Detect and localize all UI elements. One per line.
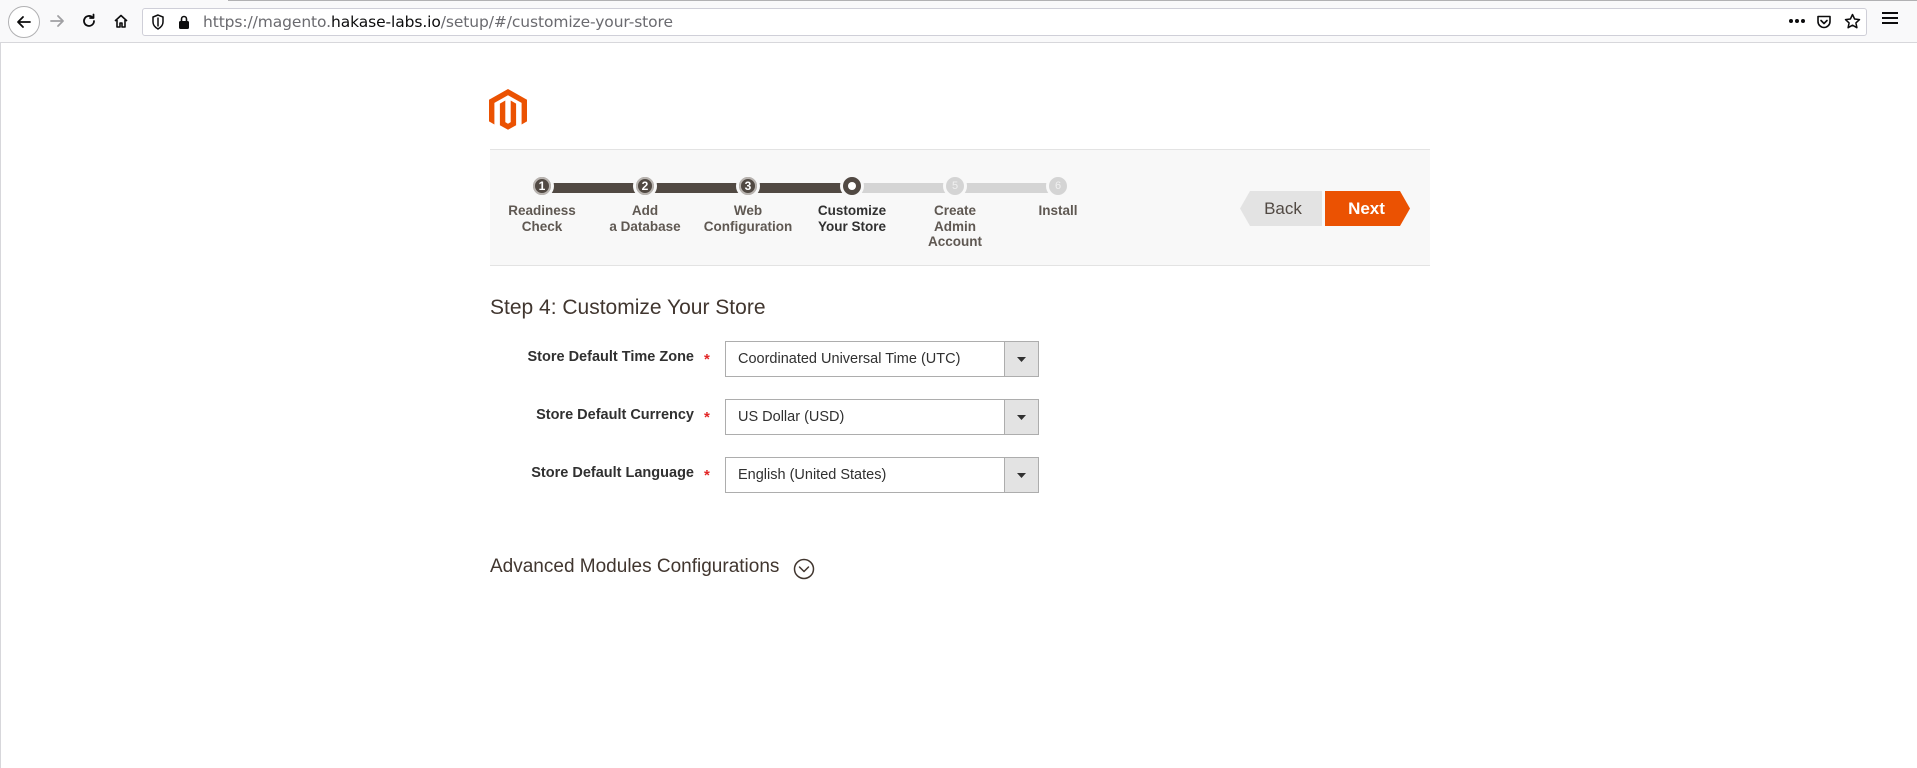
tab-strip-border [228,0,1917,1]
step-5-label-line2: Admin [934,218,976,234]
step-5-label: Create Admin Account [895,203,1015,250]
step-4-label-line1: Customize [817,203,887,218]
url-path: /setup/#/customize-your-store [440,13,673,31]
reload-icon [83,13,95,27]
step-1-number: 1 [538,179,546,193]
arrow-left-icon [17,16,31,28]
url-scheme: https://magento. [203,13,331,31]
lock-icon[interactable] [177,14,191,30]
language-select[interactable]: English (United States) [725,457,1039,493]
step-6-label: Install [998,203,1118,219]
step-3-number: 3 [744,179,752,193]
timezone-row: Store Default Time Zone * Coordinated Un… [490,341,1040,377]
step-2-label[interactable]: Add a Database [585,203,705,234]
tracking-shield-icon[interactable] [151,14,165,30]
currency-row: Store Default Currency * US Dollar (USD) [490,399,1040,435]
currency-value: US Dollar (USD) [738,409,845,425]
browser-back-button[interactable] [8,6,40,38]
step-3-label-line1: Web [733,203,763,218]
step-3-label[interactable]: Web Configuration [688,203,808,234]
step-5-label-line3: Account [928,234,982,249]
page-actions-icon[interactable] [1788,18,1806,24]
wizard-navigation: 1 Readiness Check 2 Add a Database 3 Web… [490,149,1430,266]
required-asterisk: * [704,467,710,484]
page-title: Step 4: Customize Your Store [490,296,766,319]
step-4-label: Customize Your Store [792,203,912,234]
url-host: hakase-labs.io [330,13,441,31]
step-1-label-line2: Check [521,218,563,234]
step-2-dot[interactable]: 2 [633,174,657,198]
browser-forward-button[interactable] [42,6,72,36]
dropdown-arrow[interactable] [1004,458,1038,492]
step-5-label-line1: Create [933,203,977,218]
language-row: Store Default Language * English (United… [490,457,1040,493]
step-4-label-line2: Your Store [817,218,886,234]
dropdown-arrow[interactable] [1004,342,1038,376]
home-icon [114,14,128,28]
step-3-dot[interactable]: 3 [736,174,760,198]
step-2-number: 2 [641,179,649,193]
bookmark-star-icon[interactable] [1844,13,1861,30]
step-1-label-line1: Readiness [508,203,576,218]
magento-logo-icon [489,89,527,130]
required-asterisk: * [704,409,710,426]
advanced-modules-title[interactable]: Advanced Modules Configurations [490,556,779,578]
step-6-dot: 6 [1046,174,1070,198]
step-1-dot[interactable]: 1 [530,174,554,198]
caret-down-icon [1017,472,1026,478]
caret-down-icon [1017,356,1026,362]
url-text[interactable]: https://magento.hakase-labs.io/setup/#/c… [203,13,673,31]
timezone-value: Coordinated Universal Time (UTC) [738,351,961,367]
currency-select[interactable]: US Dollar (USD) [725,399,1039,435]
timezone-label: Store Default Time Zone [527,349,694,365]
required-asterisk: * [704,351,710,368]
step-4-dot [840,174,864,198]
next-button[interactable]: Next [1325,191,1410,226]
step-2-label-line2: a Database [609,218,681,234]
browser-home-button[interactable] [106,6,136,36]
step-1-label[interactable]: Readiness Check [482,203,602,234]
step-5-dot: 5 [943,174,967,198]
language-value: English (United States) [738,467,887,483]
currency-label: Store Default Currency [536,407,694,423]
back-button[interactable]: Back [1240,191,1322,226]
dropdown-arrow[interactable] [1004,400,1038,434]
progress-bar-done [542,183,852,193]
hamburger-menu-icon[interactable] [1882,11,1898,25]
step-6-label-line1: Install [1038,203,1078,218]
step-5-number: 5 [951,180,959,192]
step-3-label-line2: Configuration [703,218,793,234]
language-label: Store Default Language [531,465,694,481]
browser-toolbar: https://magento.hakase-labs.io/setup/#/c… [0,0,1917,43]
caret-down-icon [1017,414,1026,420]
step-6-number: 6 [1054,180,1062,192]
url-bar[interactable]: https://magento.hakase-labs.io/setup/#/c… [142,8,1867,36]
timezone-select[interactable]: Coordinated Universal Time (UTC) [725,341,1039,377]
pocket-icon[interactable] [1816,14,1832,30]
arrow-right-icon [50,15,64,27]
browser-reload-button[interactable] [74,6,104,36]
window-edge [0,43,1,768]
chevron-down-circle-icon[interactable] [793,558,815,580]
step-2-label-line1: Add [631,203,659,218]
